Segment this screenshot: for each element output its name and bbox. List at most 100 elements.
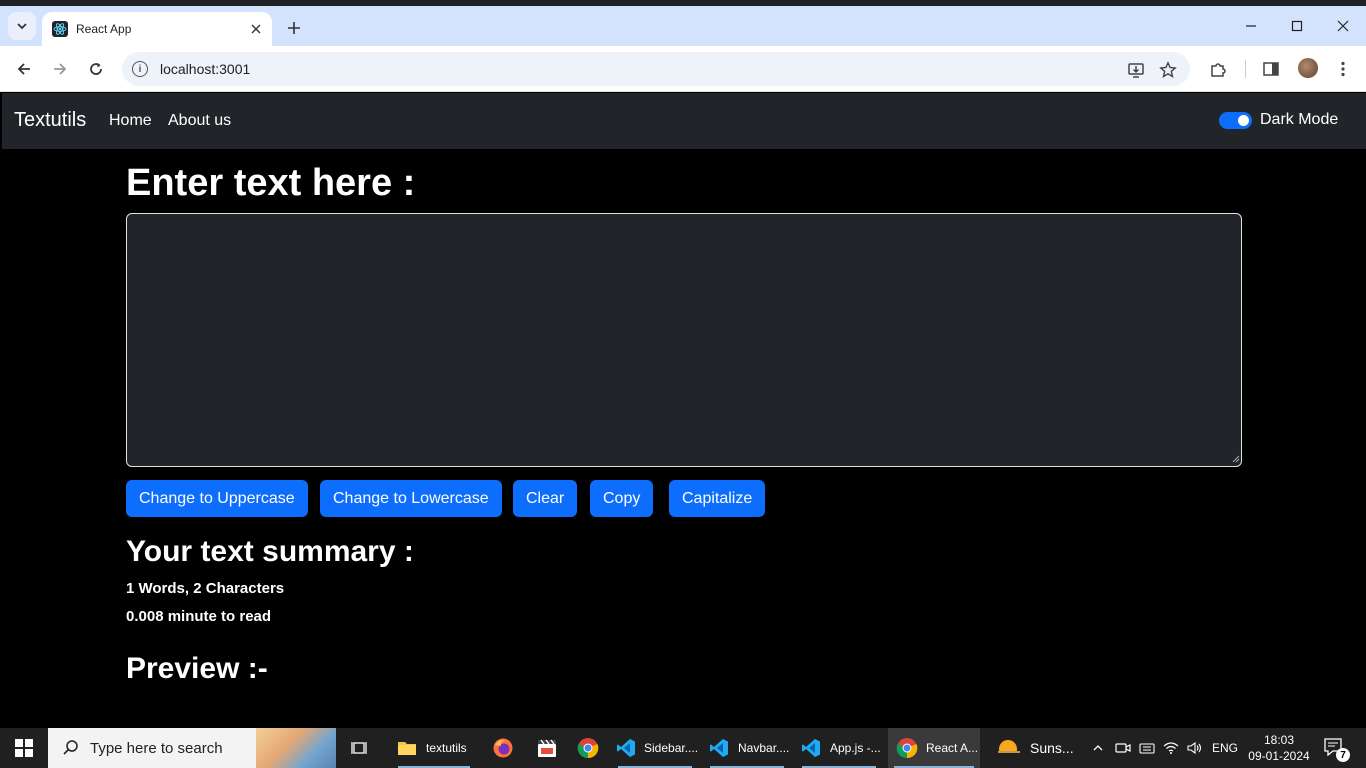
tray-language[interactable]: ENG xyxy=(1212,728,1238,768)
summary-counts: 1 Words, 2 Characters xyxy=(126,580,285,597)
puzzle-icon xyxy=(1211,63,1226,77)
close-icon xyxy=(1337,20,1349,32)
dark-mode-toggle[interactable] xyxy=(1219,112,1252,129)
taskbar-item-label: Navbar.... xyxy=(738,741,790,755)
arrow-right-icon xyxy=(54,63,67,75)
close-icon xyxy=(251,24,261,34)
taskbar-item-weather[interactable]: Suns... xyxy=(994,728,1078,768)
uppercase-button[interactable]: Change to Uppercase xyxy=(126,480,308,517)
new-tab-button[interactable] xyxy=(282,16,306,40)
taskbar-item-firefox[interactable] xyxy=(488,728,518,768)
tab-close-button[interactable] xyxy=(248,21,264,37)
tray-network[interactable] xyxy=(1162,728,1180,768)
navbar-brand[interactable]: Textutils xyxy=(14,109,86,132)
taskbar-item-explorer[interactable]: textutils xyxy=(392,728,476,768)
maximize-icon xyxy=(1291,20,1303,32)
notification-count-badge: 7 xyxy=(1336,748,1350,762)
taskbar-item-label: textutils xyxy=(426,741,467,755)
clock-date: 09-01-2024 xyxy=(1248,749,1310,763)
maximize-button[interactable] xyxy=(1274,6,1320,46)
side-panel-button[interactable] xyxy=(1260,58,1282,80)
reload-button[interactable] xyxy=(82,55,110,83)
tray-overflow-button[interactable] xyxy=(1090,728,1106,768)
lowercase-button[interactable]: Change to Lowercase xyxy=(320,480,502,517)
tab-search-button[interactable] xyxy=(8,12,36,40)
search-highlight-illustration xyxy=(256,728,336,768)
tab-bar: React App xyxy=(0,6,1366,46)
app-navbar: Textutils Home About us Dark Mode xyxy=(2,93,1366,149)
chrome-icon xyxy=(896,737,918,759)
clapperboard-icon xyxy=(538,739,556,757)
chevron-down-icon xyxy=(17,23,27,30)
vscode-icon xyxy=(616,737,636,759)
taskbar-item-vscode-sidebar[interactable]: Sidebar.... xyxy=(612,728,698,768)
minimize-button[interactable] xyxy=(1228,6,1274,46)
react-logo-icon xyxy=(52,21,68,37)
task-view-icon xyxy=(351,742,367,754)
more-vertical-icon xyxy=(1341,61,1345,77)
chrome-icon xyxy=(577,738,599,759)
dark-mode-label: Dark Mode xyxy=(1260,111,1339,128)
vscode-icon xyxy=(800,737,822,759)
site-info-icon[interactable]: i xyxy=(132,61,148,77)
folder-icon xyxy=(396,737,418,759)
minimize-icon xyxy=(1246,25,1256,27)
tray-volume[interactable] xyxy=(1186,728,1204,768)
side-panel-icon xyxy=(1263,62,1279,76)
windows-logo-icon xyxy=(15,739,33,757)
task-view-button[interactable] xyxy=(344,728,376,768)
browser-menu-button[interactable] xyxy=(1332,58,1354,80)
taskbar-item-clapper[interactable] xyxy=(532,728,562,768)
start-button[interactable] xyxy=(0,728,48,768)
taskbar-item-vscode-navbar[interactable]: Navbar.... xyxy=(704,728,790,768)
close-window-button[interactable] xyxy=(1320,6,1366,46)
star-icon xyxy=(1159,61,1177,78)
profile-avatar[interactable] xyxy=(1298,58,1318,78)
arrow-left-icon xyxy=(17,63,30,75)
browser-toolbar: i localhost:3001 xyxy=(0,46,1366,92)
nav-link-about[interactable]: About us xyxy=(168,112,231,130)
tray-meet-now[interactable] xyxy=(1114,728,1132,768)
camera-icon xyxy=(1115,743,1131,753)
plus-icon xyxy=(288,22,300,34)
resize-grip-icon[interactable] xyxy=(1232,455,1240,463)
toggle-knob xyxy=(1238,115,1249,126)
nav-link-home[interactable]: Home xyxy=(109,112,152,130)
wifi-icon xyxy=(1163,742,1179,754)
bookmark-button[interactable] xyxy=(1158,60,1178,80)
taskbar-item-label: App.js -... xyxy=(830,741,881,755)
install-icon xyxy=(1128,63,1144,78)
install-app-button[interactable] xyxy=(1126,60,1146,80)
taskbar-item-label: Suns... xyxy=(1030,740,1074,756)
keyboard-icon xyxy=(1139,743,1155,754)
search-placeholder: Type here to search xyxy=(90,739,223,757)
taskbar-search[interactable]: Type here to search xyxy=(48,728,336,768)
clear-button[interactable]: Clear xyxy=(513,480,578,517)
extensions-button[interactable] xyxy=(1207,58,1229,80)
taskbar-item-vscode-app[interactable]: App.js -... xyxy=(796,728,882,768)
tray-input-indicator[interactable] xyxy=(1138,728,1156,768)
chevron-up-icon xyxy=(1093,745,1103,751)
browser-tab-active[interactable]: React App xyxy=(42,12,272,46)
speaker-icon xyxy=(1187,741,1202,755)
clock-time: 18:03 xyxy=(1263,733,1295,747)
forward-button[interactable] xyxy=(46,55,74,83)
capitalize-button[interactable]: Capitalize xyxy=(669,480,766,517)
taskbar-item-label: React A... xyxy=(926,741,979,755)
address-bar-url: localhost:3001 xyxy=(160,61,251,77)
taskbar-item-label: Sidebar.... xyxy=(644,741,699,755)
tab-title: React App xyxy=(76,22,132,36)
windows-taskbar: Type here to search textutils Sidebar...… xyxy=(0,728,1366,768)
taskbar-item-react-app[interactable]: React A... xyxy=(888,728,980,768)
notification-center-button[interactable]: 7 xyxy=(1322,736,1350,762)
copy-button[interactable]: Copy xyxy=(590,480,654,517)
vscode-icon xyxy=(708,737,730,759)
back-button[interactable] xyxy=(10,55,38,83)
text-input[interactable] xyxy=(126,213,1242,467)
taskbar-clock[interactable]: 18:03 09-01-2024 xyxy=(1244,732,1314,764)
address-bar[interactable]: i localhost:3001 xyxy=(122,52,1190,86)
taskbar-item-chrome[interactable] xyxy=(574,728,602,768)
reload-icon xyxy=(90,63,102,75)
preview-heading: Preview :- xyxy=(126,652,268,685)
weather-icon xyxy=(996,737,1022,759)
